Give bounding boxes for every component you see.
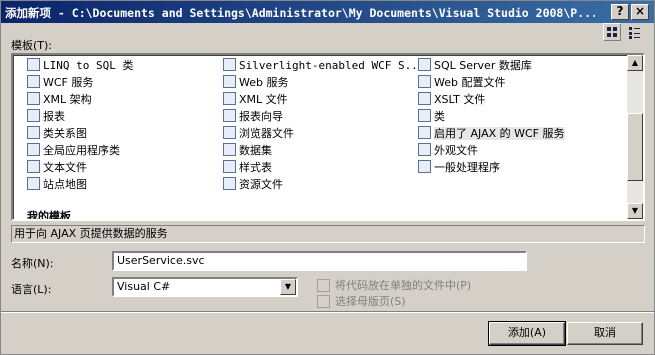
name-label: 名称(N):: [11, 257, 54, 270]
my-templates-header: 我的模板: [27, 210, 71, 221]
template-item[interactable]: 站点地图: [27, 176, 87, 193]
template-item[interactable]: 全局应用程序类: [27, 142, 120, 159]
report-wizard-icon: [223, 109, 236, 122]
skin-file-icon: [418, 143, 431, 156]
browser-file-icon: [223, 126, 236, 139]
large-icons-view-button[interactable]: [603, 23, 621, 41]
name-input[interactable]: UserService.svc: [112, 251, 527, 271]
text-file-icon: [27, 160, 40, 173]
class-icon: [418, 109, 431, 122]
template-item[interactable]: XSLT 文件: [418, 91, 485, 108]
template-item[interactable]: 类关系图: [27, 125, 87, 142]
template-description: 用于向 AJAX 页提供数据的服务: [11, 225, 645, 243]
add-button[interactable]: 添加(A): [488, 321, 566, 346]
add-new-item-dialog: 添加新项 - C:\Documents and Settings\Adminis…: [0, 0, 655, 355]
xslt-icon: [418, 92, 431, 105]
template-item[interactable]: Web 配置文件: [418, 74, 505, 91]
wcf-icon: [27, 75, 40, 88]
cancel-button[interactable]: 取消: [567, 322, 643, 345]
global-icon: [27, 143, 40, 156]
template-item[interactable]: 类: [418, 108, 445, 125]
template-item[interactable]: Silverlight-enabled WCF S...: [223, 57, 424, 74]
ajax-wcf-icon: [418, 126, 431, 139]
select-master-page-checkbox[interactable]: 选择母版页(S): [317, 293, 617, 309]
stylesheet-icon: [223, 160, 236, 173]
templates-list[interactable]: LINQ to SQL 类 WCF 服务 XML 架构 报表 类关系图 全局应用…: [11, 53, 645, 221]
language-label: 语言(L):: [11, 283, 52, 296]
web-config-icon: [418, 75, 431, 88]
report-icon: [27, 109, 40, 122]
separate-code-checkbox[interactable]: 将代码放在单独的文件中(P): [317, 277, 617, 293]
template-item[interactable]: 报表: [27, 108, 65, 125]
template-item-selected[interactable]: 启用了 AJAX 的 WCF 服务: [418, 125, 565, 142]
template-item[interactable]: 样式表: [223, 159, 272, 176]
template-item[interactable]: LINQ to SQL 类: [27, 57, 133, 74]
sitemap-icon: [27, 177, 40, 190]
template-item[interactable]: 资源文件: [223, 176, 283, 193]
xml-schema-icon: [27, 92, 40, 105]
class-diagram-icon: [27, 126, 40, 139]
help-button[interactable]: ?: [611, 4, 629, 20]
checkbox-box[interactable]: [317, 279, 330, 292]
database-icon: [418, 58, 431, 71]
template-item[interactable]: 报表向导: [223, 108, 283, 125]
template-item[interactable]: 一般处理程序: [418, 159, 500, 176]
large-icons-icon: [607, 27, 611, 31]
dataset-icon: [223, 143, 236, 156]
separator: [1, 311, 654, 313]
linq-icon: [27, 58, 40, 71]
templates-scrollbar[interactable]: ▲ ▼: [627, 55, 643, 219]
xml-file-icon: [223, 92, 236, 105]
checkbox-box[interactable]: [317, 295, 330, 308]
template-item[interactable]: 文本文件: [27, 159, 87, 176]
template-item[interactable]: 数据集: [223, 142, 272, 159]
small-icons-icon: [629, 27, 632, 30]
language-value: Visual C#: [117, 280, 171, 293]
template-item[interactable]: XML 架构: [27, 91, 92, 108]
template-item[interactable]: 浏览器文件: [223, 125, 294, 142]
template-item[interactable]: SQL Server 数据库: [418, 57, 532, 74]
close-button[interactable]: ×: [631, 4, 649, 20]
template-item[interactable]: Web 服务: [223, 74, 288, 91]
templates-label: 模板(T):: [11, 39, 53, 52]
template-item[interactable]: XML 文件: [223, 91, 288, 108]
template-item[interactable]: WCF 服务: [27, 74, 93, 91]
chevron-down-icon[interactable]: ▼: [280, 279, 296, 295]
small-icons-view-button[interactable]: [625, 23, 643, 41]
window-title: 添加新项 - C:\Documents and Settings\Adminis…: [5, 6, 595, 20]
web-service-icon: [223, 75, 236, 88]
template-item[interactable]: 外观文件: [418, 142, 478, 159]
scroll-up-button[interactable]: ▲: [627, 55, 643, 71]
scroll-down-button[interactable]: ▼: [627, 203, 643, 219]
language-select[interactable]: Visual C# ▼: [112, 277, 298, 297]
resource-file-icon: [223, 177, 236, 190]
scroll-thumb[interactable]: [627, 113, 643, 181]
title-bar[interactable]: 添加新项 - C:\Documents and Settings\Adminis…: [1, 1, 654, 23]
handler-icon: [418, 160, 431, 173]
silverlight-icon: [223, 58, 236, 71]
